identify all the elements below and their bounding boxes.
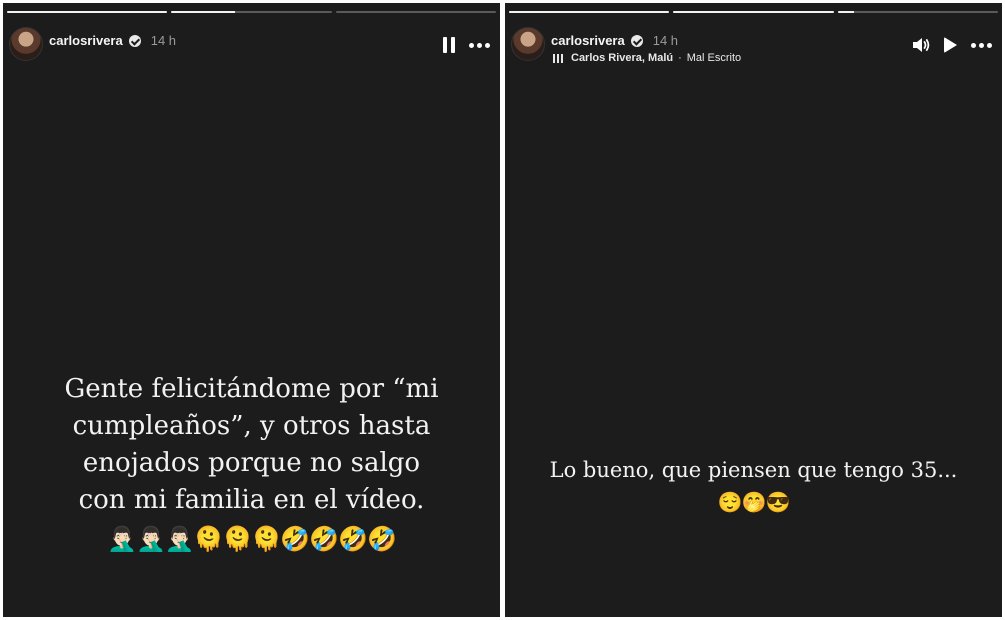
caption-line: enojados porque no salgo	[82, 448, 421, 478]
username[interactable]: carlosrivera	[49, 33, 123, 48]
story-header: carlosrivera 14 h	[9, 25, 494, 65]
story-progress-bar	[509, 11, 998, 14]
music-artists: Carlos Rivera, Malú	[571, 52, 674, 64]
story-progress-bar	[7, 11, 496, 14]
more-options-icon[interactable]	[469, 42, 490, 48]
progress-segment-fill	[171, 11, 236, 13]
post-time: 14 h	[652, 33, 679, 48]
progress-segment	[837, 11, 998, 13]
story-caption: Lo bueno, que piensen que tengo 35... 😌🤭…	[505, 455, 1002, 517]
verified-badge-icon	[630, 34, 643, 47]
story-controls	[912, 37, 992, 53]
story-header: carlosrivera 14 h Carlos Rivera, Malú · …	[511, 25, 996, 65]
progress-segment	[673, 11, 834, 13]
caption-line: Gente felicitándome por “mi	[64, 374, 439, 404]
story-caption: Gente felicitándome por “mi cumpleaños”,…	[3, 371, 500, 558]
story-panel-left[interactable]: carlosrivera 14 h Gente felicitándome po…	[3, 3, 500, 617]
user-line: carlosrivera 14 h	[551, 33, 678, 48]
caption-emojis: 😌🤭😎	[717, 490, 791, 514]
more-options-icon[interactable]	[971, 42, 992, 48]
caption-line: con mi familia en el vídeo.	[78, 485, 425, 515]
progress-segment-fill	[509, 11, 670, 13]
post-time: 14 h	[150, 33, 177, 48]
volume-icon[interactable]	[912, 37, 930, 53]
progress-segment-fill	[673, 11, 834, 13]
progress-segment-fill	[7, 11, 168, 13]
progress-segment	[335, 11, 496, 13]
audio-bars-icon	[553, 53, 563, 63]
progress-segment	[7, 11, 168, 13]
story-controls	[443, 37, 490, 53]
caption-emojis: 🤦🏻‍♂️🤦🏻‍♂️🤦🏻‍♂️🫠🫠🫠🤣🤣🤣🤣	[107, 525, 397, 553]
avatar[interactable]	[511, 27, 545, 61]
caption-line: cumpleaños”, y otros hasta	[72, 411, 431, 441]
avatar[interactable]	[9, 27, 43, 61]
music-separator: ·	[678, 52, 682, 64]
username[interactable]: carlosrivera	[551, 33, 625, 48]
music-info[interactable]: Carlos Rivera, Malú · Mal Escrito	[553, 52, 741, 64]
music-song: Mal Escrito	[686, 52, 742, 64]
caption-line: Lo bueno, que piensen que tengo 35...	[549, 458, 958, 482]
progress-segment-fill	[837, 11, 854, 13]
story-panel-right[interactable]: carlosrivera 14 h Carlos Rivera, Malú · …	[505, 3, 1002, 617]
progress-segment	[171, 11, 332, 13]
play-icon[interactable]	[944, 37, 957, 53]
progress-segment	[509, 11, 670, 13]
user-line: carlosrivera 14 h	[49, 33, 176, 48]
verified-badge-icon	[128, 34, 141, 47]
pause-icon[interactable]	[443, 37, 455, 53]
